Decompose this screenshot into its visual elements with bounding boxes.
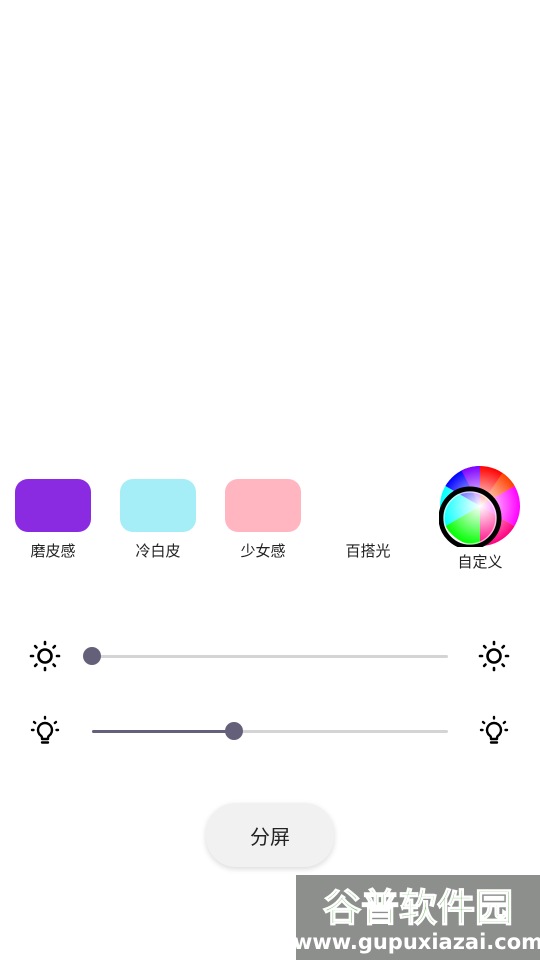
- preset-swatch: [330, 479, 406, 532]
- preset-swatch: [120, 479, 196, 532]
- brightness-slider-thumb[interactable]: [83, 647, 101, 665]
- brightness-slider-row: [0, 636, 540, 676]
- preset-mopi[interactable]: 磨皮感: [15, 479, 91, 560]
- preset-baidaguang[interactable]: 百搭光: [330, 479, 406, 560]
- preset-label: 磨皮感: [30, 542, 76, 560]
- light-slider-thumb[interactable]: [225, 722, 244, 740]
- bulb-icon: [478, 715, 510, 747]
- preset-shaonvgan[interactable]: 少女感: [225, 479, 301, 560]
- preset-swatch: [225, 479, 301, 532]
- light-slider-row: [0, 711, 540, 751]
- svg-text:谷普软件园: 谷普软件园: [323, 886, 513, 930]
- preset-label: 冷白皮: [135, 542, 181, 560]
- preset-label: 少女感: [240, 542, 286, 560]
- brightness-slider[interactable]: [83, 647, 448, 665]
- preset-label: 百搭光: [345, 542, 391, 560]
- preset-custom[interactable]: 自定义: [438, 465, 522, 571]
- screen: 磨皮感 冷白皮 少女感 百搭光 自定义 分屏 谷普软件园 www.gupuxia…: [0, 0, 540, 960]
- split-screen-button[interactable]: 分屏: [206, 803, 334, 867]
- svg-text:www.gupuxiazai.com: www.gupuxiazai.com: [296, 930, 540, 954]
- light-slider[interactable]: [92, 722, 448, 740]
- light-slider-fill: [92, 730, 235, 733]
- custom-label: 自定义: [457, 553, 503, 571]
- watermark-logo: 谷普软件园 www.gupuxiazai.com: [296, 875, 540, 960]
- sun-icon: [29, 640, 61, 672]
- preset-swatch: [15, 479, 91, 532]
- preset-lengbaipi[interactable]: 冷白皮: [120, 479, 196, 560]
- sun-icon: [478, 640, 510, 672]
- bulb-icon: [29, 715, 61, 747]
- color-wheel-icon: [439, 465, 521, 547]
